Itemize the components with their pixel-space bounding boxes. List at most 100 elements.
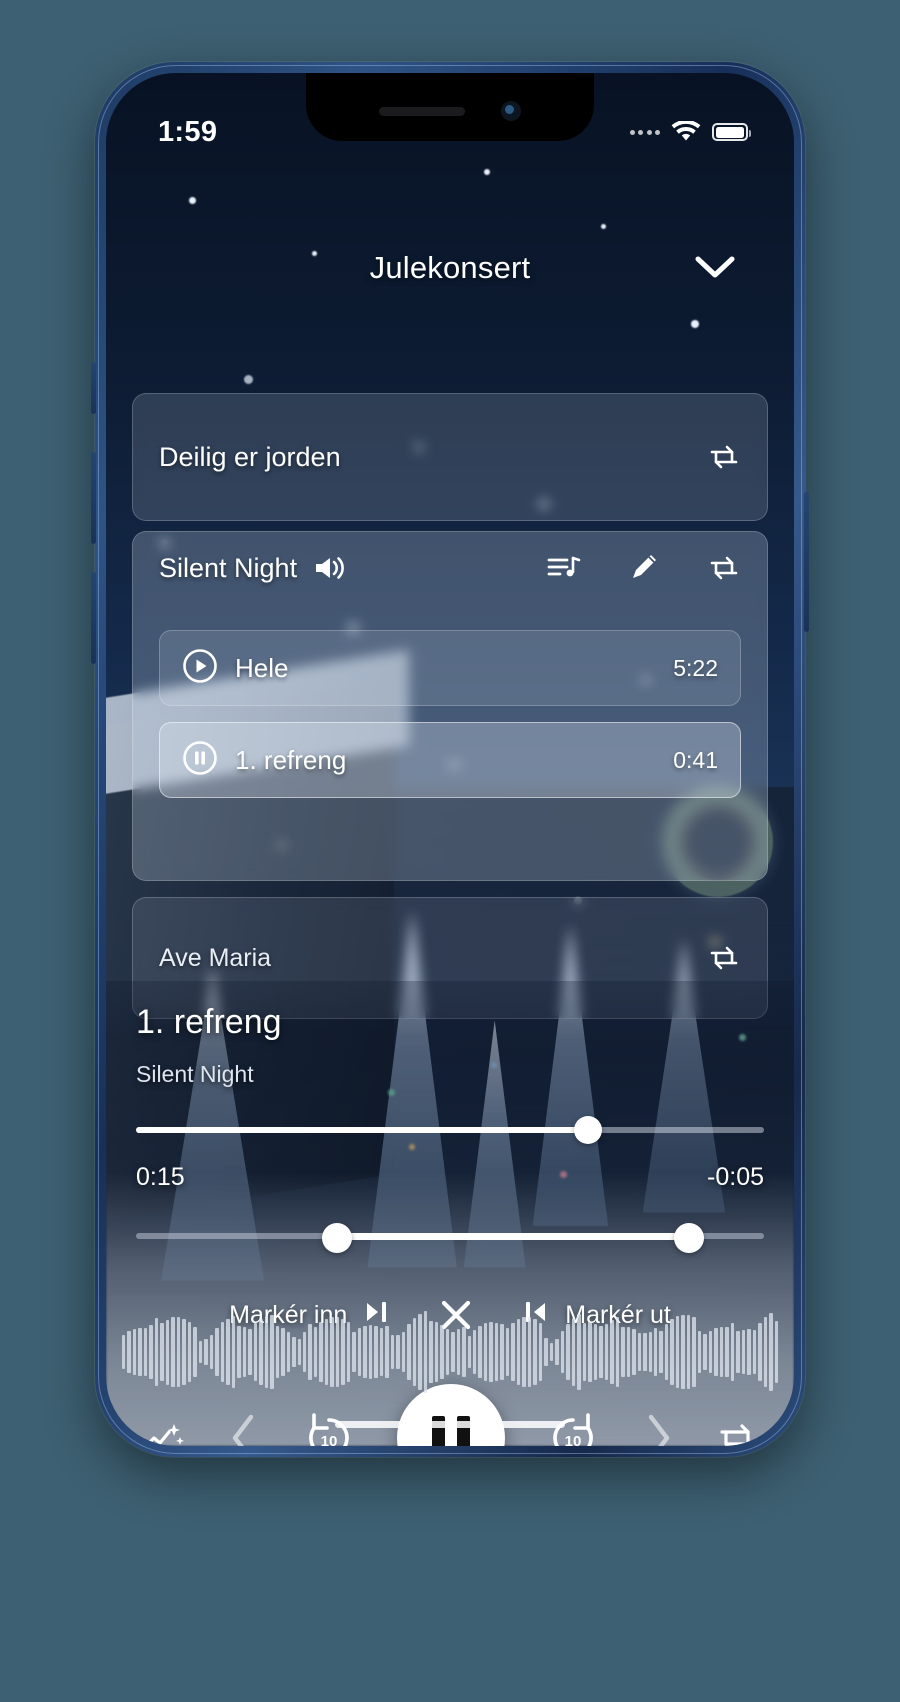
pause-circle-icon[interactable] [182,740,218,781]
waveform-bar [648,1332,652,1372]
waveform-bar [418,1313,422,1391]
waveform-bar [363,1325,367,1379]
waveform-bar [374,1325,378,1379]
app-root: Julekonsert Deilig er jorden Silent Nigh… [106,73,794,1446]
waveform-bar [264,1315,269,1389]
waveform-bar [593,1323,598,1381]
volume-down-button[interactable] [91,572,96,664]
waveform-bar [527,1317,532,1387]
waveform-bar [637,1332,642,1372]
repeat-icon[interactable] [707,941,741,975]
forward-10-icon[interactable]: 10 [545,1410,601,1446]
now-playing-subtitle: Silent Night [136,1061,254,1087]
waveform-bar [494,1322,499,1382]
waveform-bar [462,1327,466,1377]
song-card-silent-night[interactable]: Silent Night Hele 5:22 1. refreng 0:41 [132,531,768,881]
volume-up-button[interactable] [91,452,96,544]
waveform-bar [653,1328,658,1376]
chevron-down-icon[interactable] [692,245,738,291]
audio-waveform[interactable] [106,1304,794,1400]
waveform-bar [511,1322,515,1382]
track-name: 1. refreng [235,744,347,775]
waveform-bar [582,1322,587,1382]
battery-icon [712,123,751,141]
waveform-bar [324,1318,329,1386]
waveform-bar [434,1321,439,1383]
waveform-bar [281,1327,285,1377]
waveform-bar [368,1324,373,1380]
status-clock: 1:59 [158,115,218,148]
waveform-bar [467,1335,471,1369]
waveform-bar [522,1317,526,1387]
chevron-right-icon[interactable] [640,1411,676,1446]
waveform-bar [566,1324,570,1380]
seek-thumb[interactable] [574,1116,603,1144]
now-playing-title: 1. refreng [136,1003,282,1041]
waveform-bar [160,1323,164,1381]
waveform-bar [736,1330,740,1374]
waveform-bar [385,1326,389,1378]
waveform-bar [643,1332,647,1372]
repeat-icon[interactable] [707,551,741,585]
seek-fill [136,1127,589,1133]
pencil-icon[interactable] [627,551,661,585]
waveform-bar [127,1331,131,1373]
waveform-bar [505,1327,510,1377]
waveform-bar [714,1328,718,1376]
waveform-bar [544,1337,548,1367]
repeat-icon[interactable] [707,440,741,474]
waveform-bar [302,1331,307,1373]
waveform-bar [187,1322,192,1382]
waveform-bar [451,1332,455,1372]
waveform-bar [231,1316,236,1388]
waveform-bar [275,1325,280,1379]
song-card-deilig-er-jorden[interactable]: Deilig er jorden [132,393,768,521]
rewind-10-icon[interactable]: 10 [301,1410,357,1446]
page-title: Julekonsert [369,250,531,285]
waveform-bar [703,1333,707,1371]
waveform-bar [549,1343,554,1361]
signal-dots-icon [629,129,660,135]
waveform-bar [741,1329,746,1375]
waveform-bar [429,1320,433,1384]
waveform-bar [604,1324,609,1380]
playlist-music-icon[interactable] [547,551,581,585]
svg-text:10: 10 [564,1433,581,1446]
waveform-bar [763,1316,768,1388]
sparkle-wave-icon[interactable] [142,1418,186,1446]
repeat-icon[interactable] [716,1419,758,1446]
waveform-bar [560,1331,565,1373]
waveform-bar [237,1326,241,1378]
device-notch [306,73,594,141]
range-thumb-start[interactable] [321,1223,352,1253]
waveform-bar [725,1327,729,1377]
mute-switch[interactable] [91,362,96,414]
waveform-bar [681,1314,685,1390]
waveform-bar [176,1317,181,1387]
waveform-bar [473,1330,477,1374]
range-thumb-end[interactable] [673,1223,704,1253]
phone-device-frame: 1:59 Julekonsert Deilig er jorden Silent… [91,62,809,1457]
track-duration: 0:41 [673,746,718,773]
power-button[interactable] [804,492,809,632]
waveform-bar [220,1322,225,1382]
seek-slider[interactable] [136,1116,764,1144]
home-indicator[interactable] [335,1421,565,1428]
table-row[interactable]: 1. refreng 0:41 [159,722,741,798]
play-circle-icon[interactable] [182,648,218,689]
waveform-bar [577,1314,581,1390]
waveform-bar [747,1329,751,1375]
waveform-bar [198,1341,203,1363]
waveform-bar [445,1328,450,1375]
range-slider[interactable] [136,1223,764,1253]
chevron-left-icon[interactable] [226,1411,262,1446]
track-name: Hele [235,652,289,683]
waveform-bar [686,1315,691,1389]
waveform-bar [621,1326,625,1378]
earpiece-speaker [379,106,465,116]
table-row[interactable]: Hele 5:22 [159,630,741,706]
volume-icon[interactable] [313,551,347,585]
waveform-bar [758,1322,762,1382]
waveform-bar [313,1327,318,1377]
waveform-bar [719,1327,724,1377]
